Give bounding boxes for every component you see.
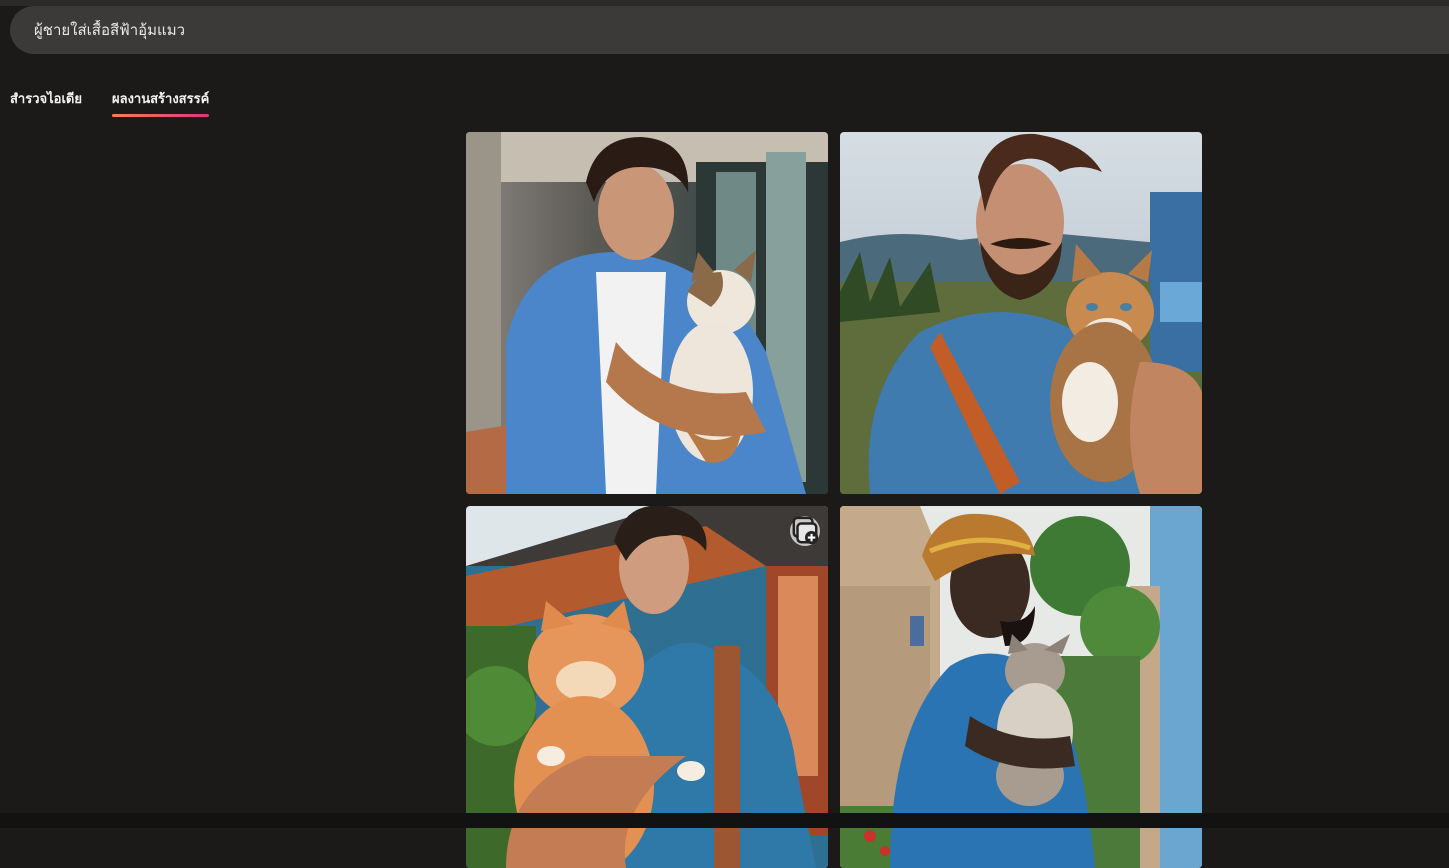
tab-bar: สำรวจไอเดีย ผลงานสร้างสรรค์ bbox=[10, 88, 209, 117]
image-tile-1[interactable] bbox=[466, 132, 828, 494]
search-input[interactable] bbox=[32, 20, 936, 40]
collection-add-icon[interactable] bbox=[790, 516, 820, 546]
image-tile-2[interactable] bbox=[840, 132, 1202, 494]
man-holding-calico-cat-image bbox=[466, 132, 828, 494]
tab-explore-ideas[interactable]: สำรวจไอเดีย bbox=[10, 88, 82, 117]
bottom-bar bbox=[0, 813, 1449, 828]
search-bar[interactable] bbox=[10, 6, 1449, 54]
tab-creations[interactable]: ผลงานสร้างสรรค์ bbox=[112, 88, 209, 117]
image-grid bbox=[466, 132, 1202, 868]
bearded-man-holding-tabby-cat-image bbox=[840, 132, 1202, 494]
